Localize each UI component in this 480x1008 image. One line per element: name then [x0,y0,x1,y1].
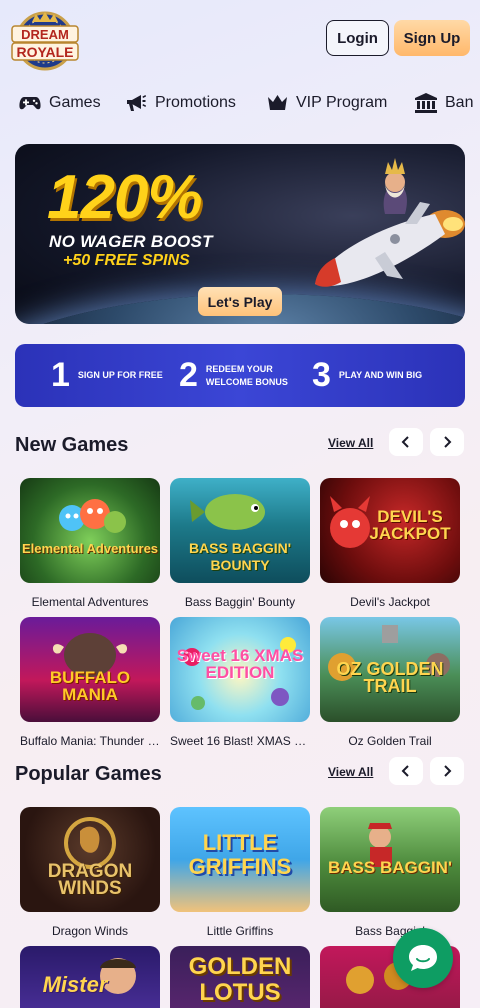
game-card[interactable]: BASS BAGGIN' Bass Baggin' [320,807,460,938]
new-games-view-all-link[interactable]: View All [328,436,373,450]
game-card[interactable]: Mister [20,946,160,1008]
game-art-title: OZ GOLDEN TRAIL [336,659,444,696]
rocket-king-illustration [315,158,465,287]
megaphone-icon [127,95,146,111]
game-thumbnail[interactable]: DEVIL'S JACKPOT [320,478,460,583]
game-art-title: Mister [42,972,108,997]
elemental-characters-art [59,499,126,533]
game-thumbnail[interactable]: BASS BAGGIN' [320,807,460,912]
svg-text:ROYALE: ROYALE [16,44,73,60]
promo-line-1: NO WAGER BOOST [49,232,213,251]
category-nav: Games Promotions VIP Program Ban [0,88,480,118]
game-thumbnail[interactable]: BUFFALO MANIA [20,617,160,722]
chevron-right-icon [444,765,452,777]
header: DREAM ROYALE Login Sign Up [0,0,480,80]
new-games-prev-button[interactable] [389,428,423,456]
nav-label: Promotions [155,94,236,111]
login-button[interactable]: Login [326,20,389,56]
game-art-title: DEVIL'S JACKPOT [369,507,451,543]
chat-bubble-icon [409,945,437,971]
svg-text:DREAM: DREAM [21,27,69,42]
game-art-title: GOLDEN LOTUS [188,953,292,1006]
step-text: REDEEM YOUR WELCOME BONUS [206,363,288,389]
nav-label: VIP Program [296,94,388,111]
game-thumbnail[interactable]: Sweet 16 XMAS EDITION [170,617,310,722]
new-games-title: New Games [15,434,129,456]
step-text-line: REDEEM YOUR [205,363,273,374]
game-art-title: Elemental Adventures [21,541,159,556]
game-card[interactable]: BASS BAGGIN' BOUNTY Bass Baggin' Bounty [170,478,310,609]
dream-royale-logo[interactable]: DREAM ROYALE [10,10,80,72]
game-art-title: BASS BAGGIN' [328,858,452,877]
game-name: Dragon Winds [51,924,129,938]
step-number: 1 [51,356,70,394]
game-thumbnail[interactable]: DRAGON WINDS [20,807,160,912]
signup-button[interactable]: Sign Up [394,20,470,56]
game-name: Elemental Adventures [31,595,149,609]
chevron-left-icon [401,436,409,448]
game-card[interactable]: LITTLE GRIFFINS Little Griffins [170,807,310,938]
chevron-left-icon [401,765,409,777]
nav-item-banking[interactable]: Ban [415,88,473,118]
game-name: Buffalo Mania: Thunder Springs [20,734,160,748]
game-thumbnail[interactable]: GOLDEN LOTUS [170,946,310,1008]
steps-banner: 1 SIGN UP FOR FREE 2 REDEEM YOUR WELCOME … [15,344,465,407]
game-card[interactable]: DRAGON WINDS Dragon Winds [20,807,160,938]
game-name: Little Griffins [206,924,274,938]
game-art-title: LITTLE GRIFFINS [188,830,292,879]
game-thumbnail[interactable]: Mister [20,946,160,1008]
step-text-line: PLAY AND WIN BIG [338,370,423,380]
game-card[interactable]: BUFFALO MANIA Buffalo Mania: Thunder Spr… [20,617,160,748]
step-text: PLAY AND WIN BIG [339,369,422,382]
popular-games-title: Popular Games [15,763,162,785]
game-name: Bass Baggin' Bounty [184,595,296,609]
game-name: Sweet 16 Blast! XMAS Edition [170,734,310,748]
promo-banner[interactable]: 120% NO WAGER BOOST +50 FREE SPINS Let's… [15,144,465,324]
game-art-title: Sweet 16 XMAS EDITION [176,646,304,682]
gamepad-icon [19,97,41,110]
popular-games-view-all-link[interactable]: View All [328,765,373,779]
game-thumbnail[interactable]: BASS BAGGIN' BOUNTY [170,478,310,583]
game-card[interactable]: Sweet 16 XMAS EDITION Sweet 16 Blast! XM… [170,617,310,748]
promo-line-2: +50 FREE SPINS [63,252,190,269]
game-thumbnail[interactable]: LITTLE GRIFFINS [170,807,310,912]
step-2: 2 REDEEM YOUR WELCOME BONUS [179,344,288,407]
crown-icon [268,95,287,110]
lets-play-button[interactable]: Let's Play [198,287,282,316]
nav-item-games[interactable]: Games [19,88,101,118]
nav-label: Ban [445,94,474,111]
step-text-line: SIGN UP FOR FREE [77,370,163,380]
game-thumbnail[interactable]: OZ GOLDEN TRAIL [320,617,460,722]
game-art-title: BUFFALO MANIA [49,668,131,704]
popular-games-prev-button[interactable] [389,757,423,785]
game-card[interactable]: Elemental Adventures Elemental Adventure… [20,478,160,609]
nav-item-promotions[interactable]: Promotions [125,88,236,118]
game-name: Oz Golden Trail [348,734,432,748]
new-games-next-button[interactable] [430,428,464,456]
nav-label: Games [49,94,101,111]
game-art-title: DRAGON WINDS [47,861,133,899]
game-art-title: BASS BAGGIN' BOUNTY [188,540,292,573]
step-number: 3 [312,356,331,394]
popular-games-next-button[interactable] [430,757,464,785]
game-card[interactable]: OZ GOLDEN TRAIL Oz Golden Trail [320,617,460,748]
step-3: 3 PLAY AND WIN BIG [312,344,422,407]
live-chat-button[interactable] [393,928,453,988]
game-thumbnail[interactable]: Elemental Adventures [20,478,160,583]
game-card[interactable]: GOLDEN LOTUS [170,946,310,1008]
step-number: 2 [179,356,198,394]
chevron-right-icon [444,436,452,448]
bank-icon [415,93,437,113]
game-name: Devil's Jackpot [350,595,430,609]
promo-headline: 120% [47,163,203,232]
step-1: 1 SIGN UP FOR FREE [51,344,163,407]
step-text-line: WELCOME BONUS [205,376,288,387]
step-text: SIGN UP FOR FREE [78,369,163,382]
nav-item-vip-program[interactable]: VIP Program [267,88,387,118]
game-card[interactable]: DEVIL'S JACKPOT Devil's Jackpot [320,478,460,609]
